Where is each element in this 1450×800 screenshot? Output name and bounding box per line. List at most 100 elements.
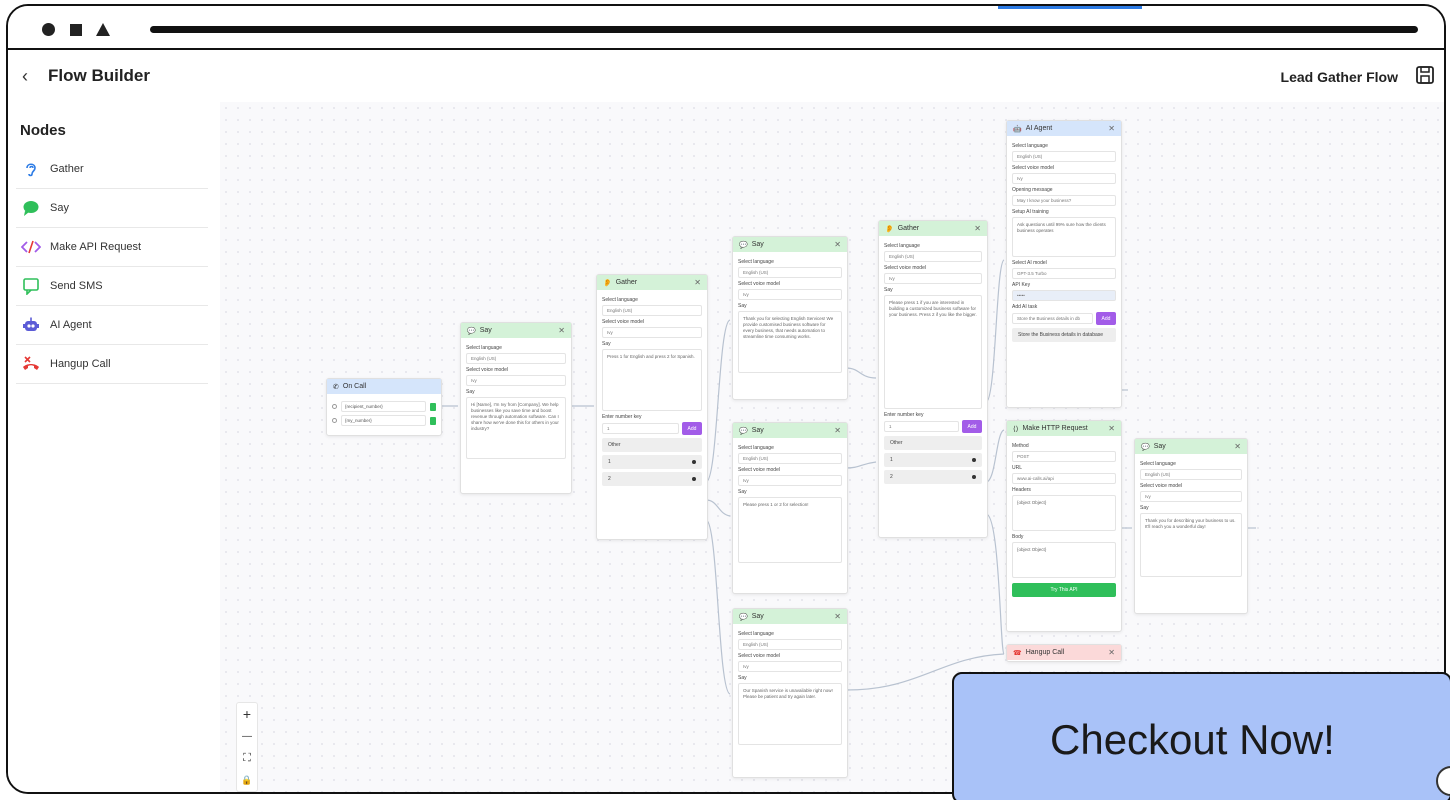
back-icon[interactable]: ‹: [22, 67, 28, 85]
close-icon[interactable]: ✕: [1108, 124, 1115, 133]
address-bar[interactable]: [150, 26, 1418, 33]
option-2[interactable]: 2: [602, 472, 702, 486]
ai-model-select[interactable]: GPT-3.5 Turbo: [1012, 268, 1116, 279]
sidebar-item-send-sms[interactable]: Send SMS: [16, 267, 208, 306]
option-other[interactable]: Other: [884, 436, 982, 450]
language-select[interactable]: English (US): [738, 639, 842, 650]
chat-bubble-icon[interactable]: [1436, 766, 1450, 796]
number-key-input[interactable]: 1: [884, 421, 959, 432]
ai-task-item[interactable]: Store the Business details in database: [1012, 328, 1116, 342]
window-triangle-icon[interactable]: [96, 23, 110, 36]
node-header[interactable]: ⟨⟩ Make HTTP Request ✕: [1007, 421, 1121, 436]
sidebar-item-make-api-request[interactable]: Make API Request: [16, 228, 208, 267]
voice-select[interactable]: Ivy: [602, 327, 702, 338]
language-select[interactable]: English (US): [1012, 151, 1116, 162]
option-other[interactable]: Other: [602, 438, 702, 452]
voice-select[interactable]: Ivy: [1140, 491, 1242, 502]
option-2[interactable]: 2: [884, 470, 982, 484]
node-say-3[interactable]: 💬 Say ✕ Select language English (US) Sel…: [732, 422, 848, 594]
close-icon[interactable]: ✕: [1108, 648, 1115, 657]
handle-dot[interactable]: [692, 477, 696, 481]
ai-training-textarea[interactable]: Ask questions until 99% sure how the cli…: [1012, 217, 1116, 257]
node-hangup-call[interactable]: ☎ Hangup Call ✕: [1006, 644, 1122, 662]
say-textarea[interactable]: Press 1 for English and press 2 for Span…: [602, 349, 702, 411]
fit-view-button[interactable]: ⛶: [237, 747, 257, 769]
window-square-icon[interactable]: [70, 24, 82, 36]
voice-select[interactable]: Ivy: [738, 475, 842, 486]
ai-task-input[interactable]: Store the Business details in db: [1012, 313, 1093, 324]
option-1[interactable]: 1: [884, 453, 982, 467]
say-textarea[interactable]: Please press 1 if you are interested in …: [884, 295, 982, 409]
headers-textarea[interactable]: {object Object}: [1012, 495, 1116, 531]
node-gather-1[interactable]: 👂 Gather ✕ Select language English (US) …: [596, 274, 708, 540]
copy-icon[interactable]: [430, 416, 436, 425]
node-say-1[interactable]: 💬 Say ✕ Select language English (US) Sel…: [460, 322, 572, 494]
node-say-5[interactable]: 💬 Say ✕ Select language English (US) Sel…: [1134, 438, 1248, 614]
language-select[interactable]: English (US): [738, 453, 842, 464]
close-icon[interactable]: ✕: [834, 426, 841, 435]
say-textarea[interactable]: Our Spanish service is unavailable right…: [738, 683, 842, 745]
voice-select[interactable]: Ivy: [738, 289, 842, 300]
say-textarea[interactable]: Thank you for selecting English Services…: [738, 311, 842, 373]
node-ai-agent[interactable]: 🤖 AI Agent ✕ Select language English (US…: [1006, 120, 1122, 408]
handle-circle[interactable]: [332, 404, 337, 409]
language-select[interactable]: English (US): [884, 251, 982, 262]
node-on-call[interactable]: ✆ On Call {recipient_number} {my_number}: [326, 378, 442, 436]
add-key-button[interactable]: Add: [962, 420, 982, 433]
node-header[interactable]: 💬 Say ✕: [733, 423, 847, 438]
sidebar-item-gather[interactable]: Gather: [16, 150, 208, 189]
opening-message-input[interactable]: May I know your business?: [1012, 195, 1116, 206]
say-textarea[interactable]: Hi [Name], I'm Ivy from [Company]. We he…: [466, 397, 566, 459]
add-task-button[interactable]: Add: [1096, 312, 1116, 325]
window-circle-icon[interactable]: [42, 23, 55, 36]
flow-name[interactable]: Lead Gather Flow: [1281, 69, 1398, 85]
node-say-2[interactable]: 💬 Say ✕ Select language English (US) Sel…: [732, 236, 848, 400]
method-select[interactable]: POST: [1012, 451, 1116, 462]
number-key-input[interactable]: 1: [602, 423, 679, 434]
url-input[interactable]: www.ai-calls.ai/api: [1012, 473, 1116, 484]
api-key-input[interactable]: •••••: [1012, 290, 1116, 301]
voice-select[interactable]: Ivy: [466, 375, 566, 386]
copy-icon[interactable]: [430, 402, 436, 411]
lock-button[interactable]: 🔒: [237, 769, 257, 791]
voice-select[interactable]: Ivy: [884, 273, 982, 284]
node-header[interactable]: 💬 Say ✕: [461, 323, 571, 338]
sidebar-item-hangup-call[interactable]: Hangup Call: [16, 345, 208, 384]
close-icon[interactable]: ✕: [1234, 442, 1241, 451]
node-header[interactable]: ☎ Hangup Call ✕: [1007, 645, 1121, 660]
node-say-4[interactable]: 💬 Say ✕ Select language English (US) Sel…: [732, 608, 848, 778]
say-textarea[interactable]: Thank you for describing your business t…: [1140, 513, 1242, 577]
handle-dot[interactable]: [692, 460, 696, 464]
checkout-banner[interactable]: Checkout Now!: [952, 672, 1450, 800]
zoom-in-button[interactable]: +: [237, 703, 257, 725]
handle-circle[interactable]: [332, 418, 337, 423]
option-1[interactable]: 1: [602, 455, 702, 469]
node-header[interactable]: 🤖 AI Agent ✕: [1007, 121, 1121, 136]
say-textarea[interactable]: Please press 1 or 2 for selection!: [738, 497, 842, 563]
close-icon[interactable]: ✕: [694, 278, 701, 287]
node-header[interactable]: ✆ On Call: [327, 379, 441, 394]
voice-select[interactable]: Ivy: [1012, 173, 1116, 184]
node-header[interactable]: 💬 Say ✕: [1135, 439, 1247, 454]
language-select[interactable]: English (US): [738, 267, 842, 278]
zoom-out-button[interactable]: —: [237, 725, 257, 747]
handle-dot[interactable]: [972, 475, 976, 479]
sidebar-item-say[interactable]: Say: [16, 189, 208, 228]
close-icon[interactable]: ✕: [558, 326, 565, 335]
close-icon[interactable]: ✕: [834, 612, 841, 621]
language-select[interactable]: English (US): [602, 305, 702, 316]
node-header[interactable]: 💬 Say ✕: [733, 237, 847, 252]
close-icon[interactable]: ✕: [1108, 424, 1115, 433]
close-icon[interactable]: ✕: [834, 240, 841, 249]
language-select[interactable]: English (US): [1140, 469, 1242, 480]
add-key-button[interactable]: Add: [682, 422, 702, 435]
node-header[interactable]: 👂 Gather ✕: [879, 221, 987, 236]
handle-dot[interactable]: [972, 458, 976, 462]
node-header[interactable]: 👂 Gather ✕: [597, 275, 707, 290]
try-api-button[interactable]: Try This API: [1012, 583, 1116, 597]
node-header[interactable]: 💬 Say ✕: [733, 609, 847, 624]
close-icon[interactable]: ✕: [974, 224, 981, 233]
save-icon[interactable]: [1414, 64, 1436, 86]
sidebar-item-ai-agent[interactable]: AI Agent: [16, 306, 208, 345]
body-textarea[interactable]: {object Object}: [1012, 542, 1116, 578]
